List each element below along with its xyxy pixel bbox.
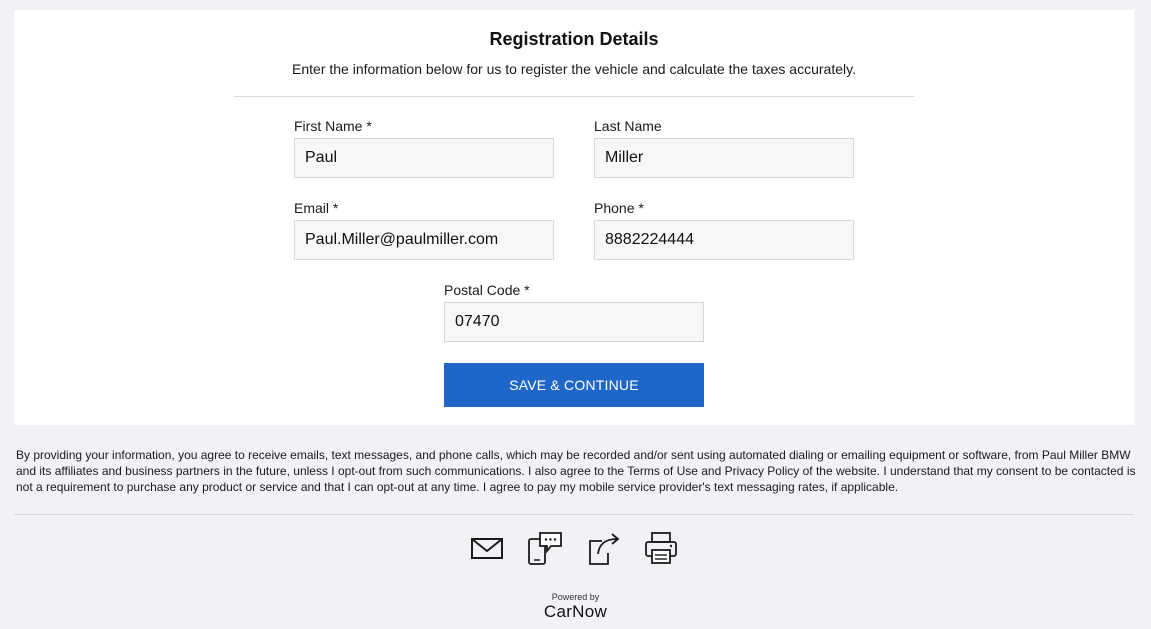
first-name-label: First Name * [294, 118, 372, 134]
print-icon [645, 532, 677, 564]
print-button[interactable] [641, 528, 681, 568]
save-continue-button[interactable]: SAVE & CONTINUE [444, 363, 704, 407]
text-message-button[interactable] [525, 528, 565, 568]
page-subtitle: Enter the information below for us to re… [292, 61, 856, 77]
share-actions [467, 528, 687, 568]
email-icon [471, 538, 503, 559]
phone-label: Phone * [594, 200, 644, 216]
email-input[interactable] [294, 220, 554, 260]
consent-disclaimer: By providing your information, you agree… [16, 448, 1136, 494]
footer-divider [14, 514, 1134, 515]
last-name-label: Last Name [594, 118, 662, 134]
email-button[interactable] [467, 528, 507, 568]
powered-by-label: Powered by [551, 592, 600, 602]
carnow-logo[interactable]: CarNow [0, 602, 1151, 622]
first-name-group: First Name * [294, 118, 554, 178]
powered-by-carnow: Powered by CarNow [0, 592, 1151, 622]
postal-code-input[interactable] [444, 302, 704, 342]
registration-card: Registration Details Enter the informati… [14, 10, 1134, 425]
last-name-group: Last Name [594, 118, 854, 178]
header-divider [234, 96, 914, 97]
email-group: Email * [294, 200, 554, 260]
last-name-input[interactable] [594, 138, 854, 178]
phone-group: Phone * [594, 200, 854, 260]
share-icon [589, 533, 620, 565]
share-button[interactable] [584, 528, 624, 568]
phone-input[interactable] [594, 220, 854, 260]
first-name-input[interactable] [294, 138, 554, 178]
page-title: Registration Details [489, 29, 659, 49]
text-message-icon [528, 532, 562, 565]
postal-code-label: Postal Code * [444, 282, 530, 298]
postal-code-group: Postal Code * [444, 282, 704, 342]
email-label: Email * [294, 200, 339, 216]
